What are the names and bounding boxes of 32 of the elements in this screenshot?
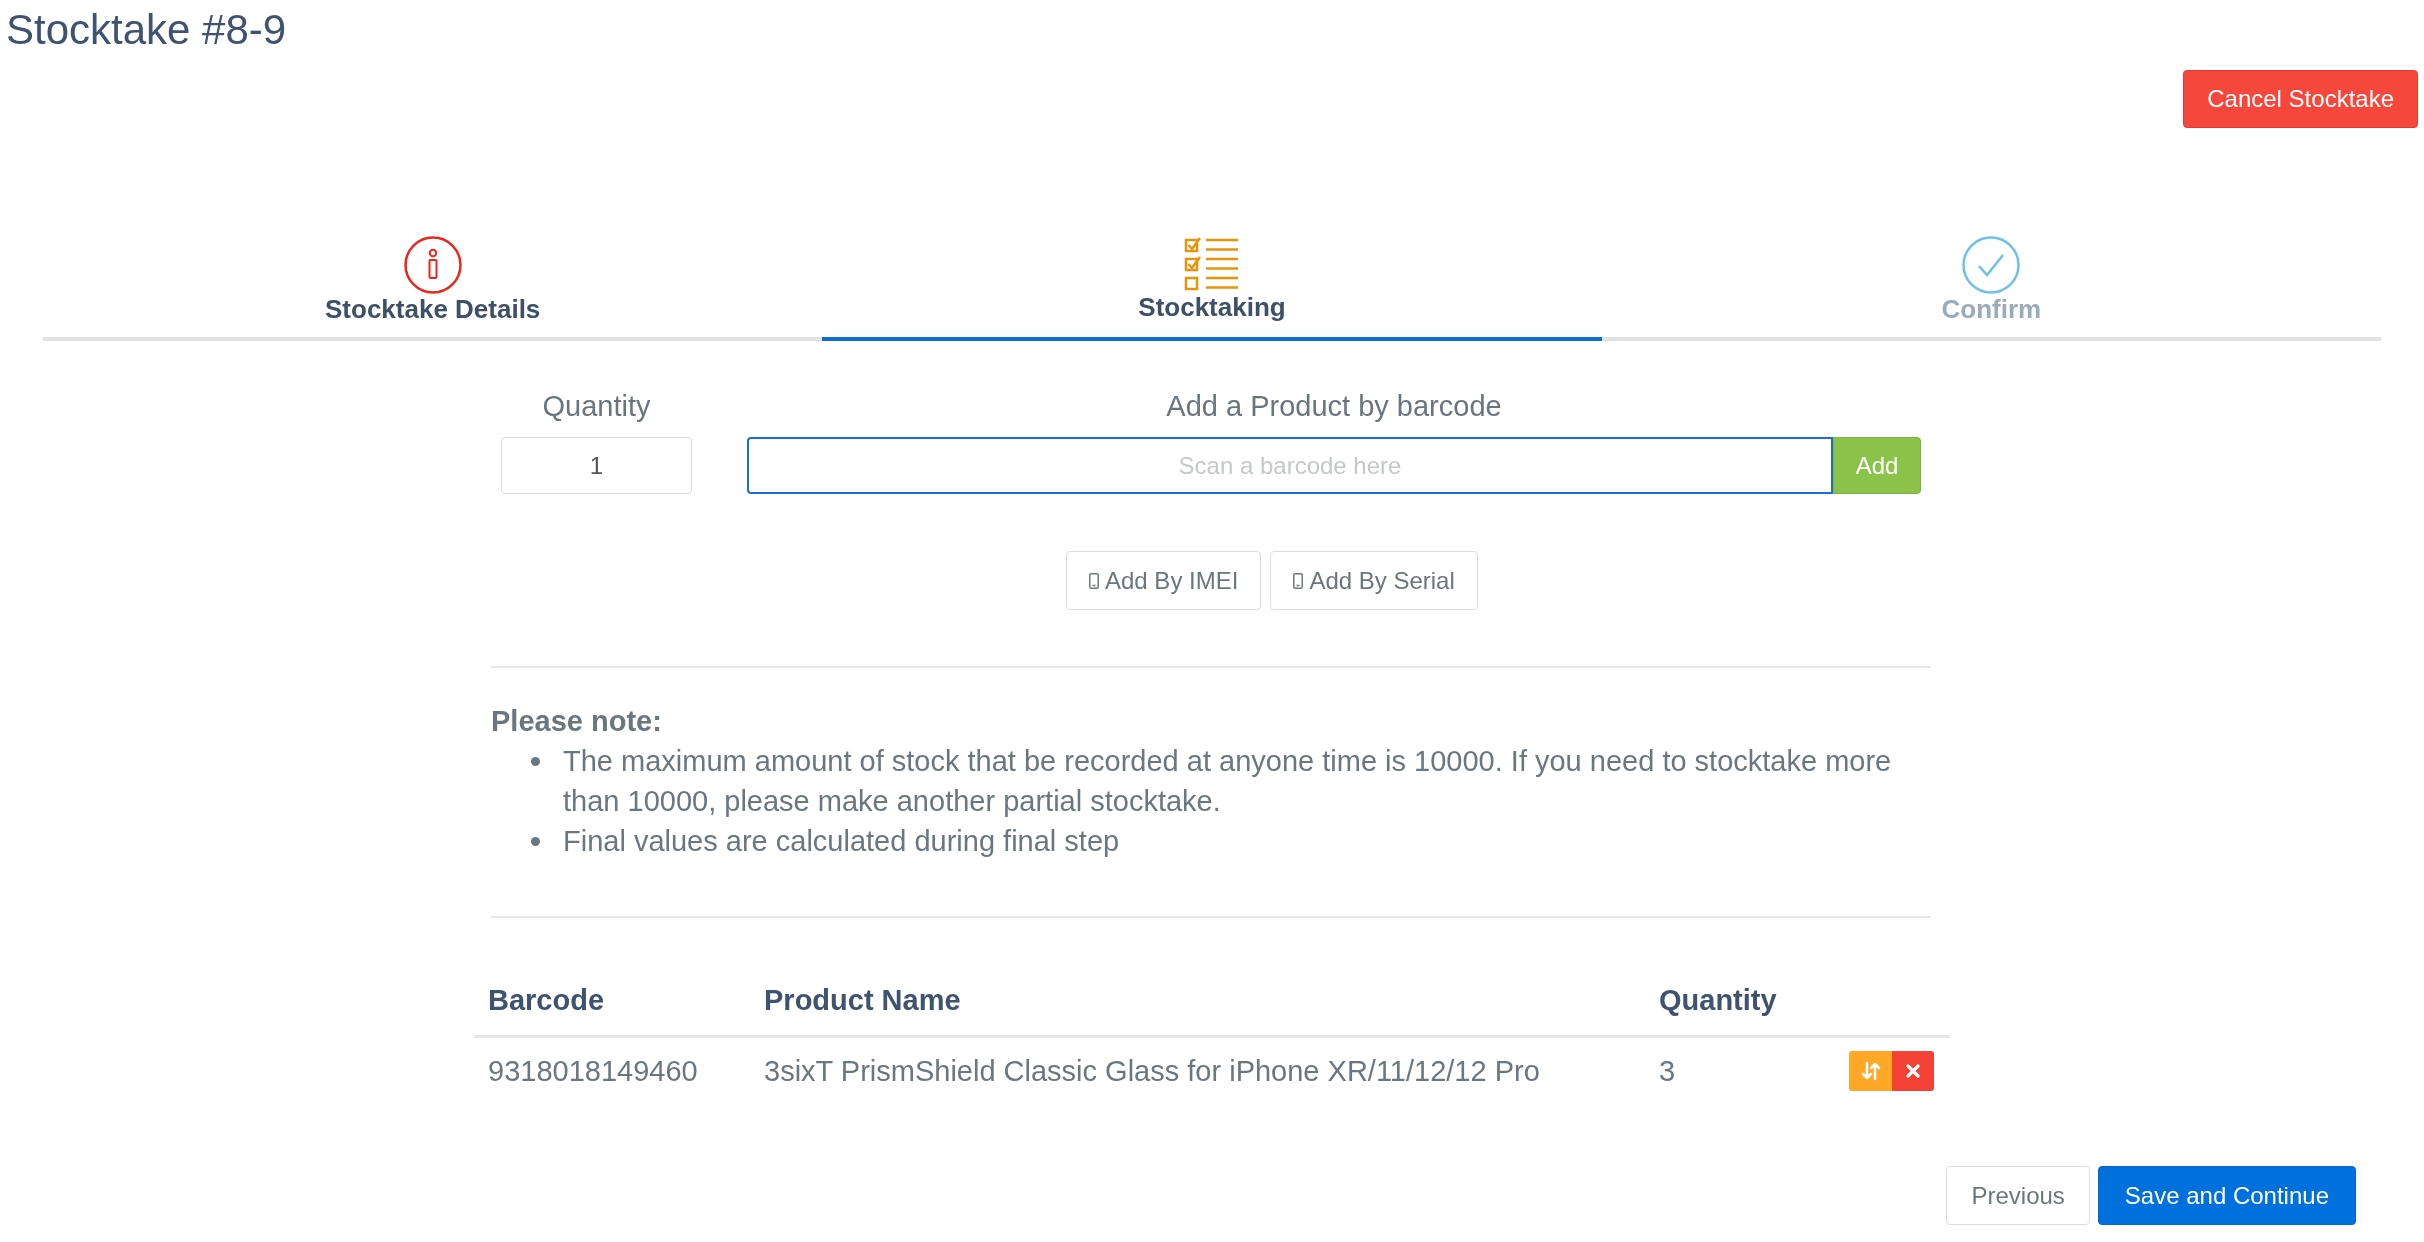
check-circle-icon [1962,236,2021,294]
bullet-icon [531,837,540,846]
cancel-button[interactable]: Cancel Stocktake [2183,70,2418,128]
table-cell-text: 3 [1658,1054,1677,1089]
note-heading: Please note: [491,704,662,739]
save-button[interactable]: Save and Continue [2097,1166,2356,1225]
note-text: The maximum amount of stock that be recorded at anyone time is 10000. If you need to stocktake more than 10000, please make another partial stocktake. [563,744,1893,819]
column-header: Quantity [1658,983,1778,1018]
table-cell-text: 9318018149460 [487,1054,699,1089]
cross-icon [1906,1064,1920,1078]
up-down-arrows-icon [1860,1061,1881,1081]
table-cell-text: 3sixT PrismShield Classic Glass for iPhone XR/11/12/12 Pro [763,1054,1541,1089]
quantity-label: Quantity [542,389,651,424]
column-header: Barcode [487,983,606,1018]
add-by-button[interactable]: Add By IMEI [1066,551,1262,610]
phone-icon [1089,572,1099,589]
step-tab[interactable]: Stocktake Details [43,236,823,341]
barcode-label: Add a Product by barcode [1166,389,1502,424]
page-title: Stocktake #8-9 [6,5,287,55]
info-icon [403,236,462,294]
note-text: Final values are calculated during final step [563,824,1120,859]
phone-icon [1293,572,1304,589]
checklist-icon [1184,236,1240,292]
step-tab[interactable]: Stocktaking [822,236,1602,341]
remove-button[interactable] [1892,1051,1934,1091]
up-down-button[interactable] [1849,1051,1892,1091]
previous-button[interactable]: Previous [1946,1166,2090,1225]
add-by-button[interactable]: Add By Serial [1270,551,1478,610]
bullet-icon [531,757,540,766]
barcode-field[interactable]: Scan a barcode here [747,437,1833,494]
quantity-field[interactable]: 1 [501,437,692,494]
column-header: Product Name [763,983,962,1018]
